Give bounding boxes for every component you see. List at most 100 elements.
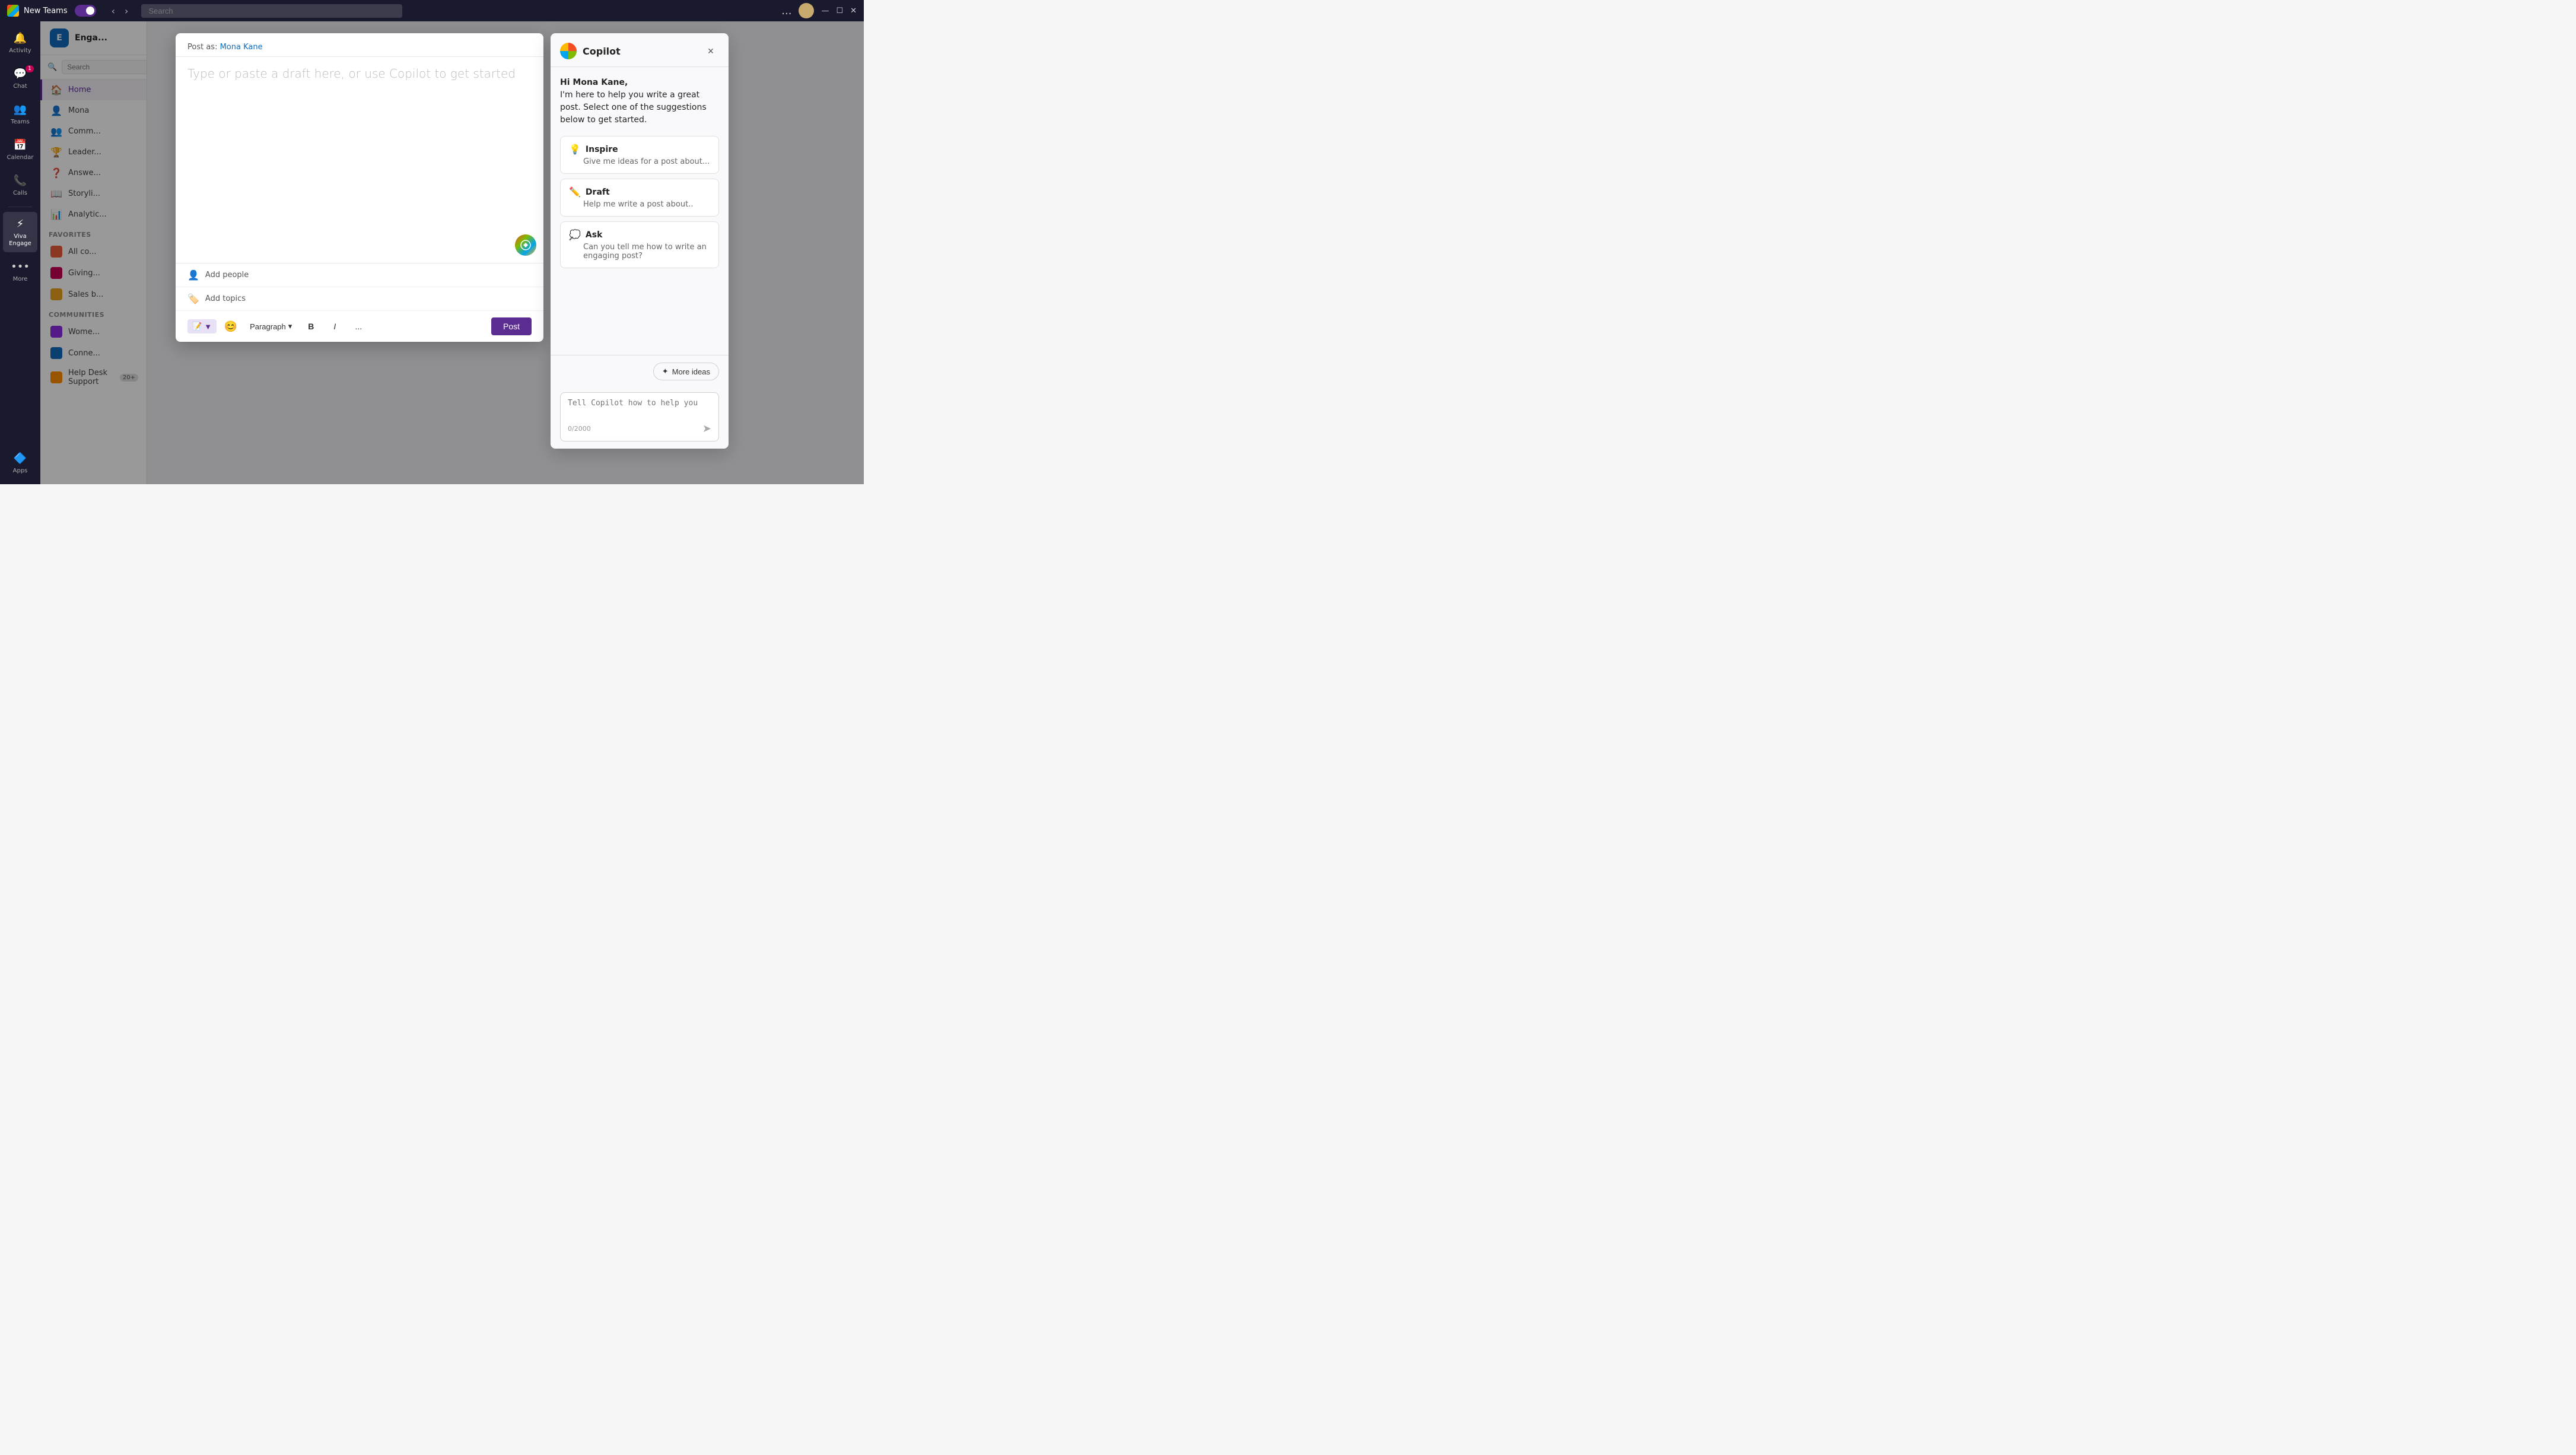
draft-desc: Help me write a post about.. bbox=[569, 200, 710, 209]
inspire-title: Inspire bbox=[586, 145, 618, 154]
more-ideas-button[interactable]: ✦ More ideas bbox=[653, 363, 719, 380]
ask-header: 💭 Ask bbox=[569, 229, 710, 240]
top-bar-actions: ... — ☐ ✕ bbox=[781, 3, 857, 18]
sidebar-label-teams: Teams bbox=[11, 119, 30, 126]
global-search[interactable] bbox=[141, 4, 402, 18]
calendar-icon: 📅 bbox=[13, 138, 27, 152]
top-bar: New Teams ‹ › ... — ☐ ✕ bbox=[0, 0, 864, 21]
add-people-row[interactable]: 👤 Add people bbox=[176, 263, 543, 287]
emoji-button[interactable]: 😊 bbox=[221, 317, 240, 336]
left-sidebar: 🔔 Activity 💬 Chat 1 👥 Teams 📅 Calendar 📞… bbox=[0, 21, 40, 484]
copilot-footer: ✦ More ideas 0/2000 ➤ bbox=[551, 355, 729, 449]
composer-body[interactable]: Type or paste a draft here, or use Copil… bbox=[176, 57, 543, 263]
copilot-send-button[interactable]: ➤ bbox=[702, 422, 711, 435]
teams-icon: 👥 bbox=[13, 102, 27, 116]
copilot-icon bbox=[520, 240, 531, 250]
minimize-button[interactable]: — bbox=[821, 7, 829, 15]
sidebar-item-chat[interactable]: 💬 Chat 1 bbox=[3, 62, 37, 95]
draft-icon: ✏️ bbox=[569, 186, 581, 198]
close-button[interactable]: ✕ bbox=[850, 7, 857, 15]
app-logo bbox=[7, 5, 19, 17]
copilot-greeting: Hi Mona Kane, I'm here to help you write… bbox=[551, 67, 729, 136]
draft-title: Draft bbox=[586, 188, 610, 197]
modal-container: Post as: Mona Kane Type or paste a draft… bbox=[176, 33, 729, 449]
main-content: E Enga... 🔍 🏠 Home 👤 Mona 👥 Comm... 🏆 Le… bbox=[40, 21, 864, 484]
copilot-spacer bbox=[551, 268, 729, 355]
suggestion-inspire[interactable]: 💡 Inspire Give me ideas for a post about… bbox=[560, 136, 719, 174]
sidebar-item-teams[interactable]: 👥 Teams bbox=[3, 97, 37, 131]
copilot-panel: Copilot × Hi Mona Kane, I'm here to help… bbox=[551, 33, 729, 449]
greeting-name: Hi Mona Kane, bbox=[560, 78, 628, 87]
sidebar-label-viva-engage: Viva Engage bbox=[7, 233, 34, 247]
calls-icon: 📞 bbox=[13, 173, 27, 188]
post-as-line: Post as: Mona Kane bbox=[187, 43, 532, 52]
greeting-body: I'm here to help you write a great post.… bbox=[560, 90, 707, 125]
sidebar-label-more: More bbox=[13, 276, 28, 283]
chat-badge: 1 bbox=[26, 65, 34, 72]
copilot-header: Copilot × bbox=[551, 33, 729, 67]
copilot-input[interactable] bbox=[568, 399, 711, 417]
activity-icon: 🔔 bbox=[13, 31, 27, 45]
post-as-name[interactable]: Mona Kane bbox=[220, 43, 263, 52]
post-button[interactable]: Post bbox=[491, 317, 532, 335]
app-title: New Teams bbox=[24, 7, 68, 15]
ask-icon: 💭 bbox=[569, 229, 581, 240]
composer-header: Post as: Mona Kane bbox=[176, 33, 543, 57]
apps-icon: 🔷 bbox=[13, 451, 27, 465]
paragraph-label: Paragraph bbox=[250, 322, 286, 331]
copilot-logo-icon bbox=[560, 43, 577, 59]
sidebar-item-calendar[interactable]: 📅 Calendar bbox=[3, 133, 37, 166]
copilot-suggestions: 💡 Inspire Give me ideas for a post about… bbox=[551, 136, 729, 268]
insert-format-button[interactable]: 📝 ▼ bbox=[187, 319, 217, 333]
search-input[interactable] bbox=[141, 4, 402, 18]
avatar[interactable] bbox=[799, 3, 814, 18]
sidebar-label-chat: Chat bbox=[13, 83, 27, 90]
more-formatting-button[interactable]: ... bbox=[349, 317, 368, 336]
suggestion-draft[interactable]: ✏️ Draft Help me write a post about.. bbox=[560, 179, 719, 217]
sidebar-item-activity[interactable]: 🔔 Activity bbox=[3, 26, 37, 59]
copilot-trigger-button[interactable] bbox=[515, 234, 536, 256]
add-topics-row[interactable]: 🏷️ Add topics bbox=[176, 287, 543, 311]
nav-arrows: ‹ › bbox=[108, 4, 132, 18]
sidebar-item-calls[interactable]: 📞 Calls bbox=[3, 169, 37, 202]
sidebar-item-apps[interactable]: 🔷 Apps bbox=[3, 446, 37, 479]
paragraph-chevron: ▾ bbox=[288, 322, 292, 331]
copilot-close-button[interactable]: × bbox=[702, 43, 719, 59]
inspire-header: 💡 Inspire bbox=[569, 144, 710, 155]
suggestion-ask[interactable]: 💭 Ask Can you tell me how to write an en… bbox=[560, 221, 719, 268]
viva-engage-icon: ⚡ bbox=[13, 217, 27, 231]
inspire-desc: Give me ideas for a post about... bbox=[569, 157, 710, 166]
add-people-icon: 👤 bbox=[187, 269, 199, 281]
copilot-input-area[interactable]: 0/2000 ➤ bbox=[560, 392, 719, 441]
composer-footer: 👤 Add people 🏷️ Add topics 📝 ▼ 😊 bbox=[176, 263, 543, 342]
sidebar-bottom: 🔷 Apps bbox=[3, 446, 37, 479]
ask-title: Ask bbox=[586, 230, 602, 240]
italic-button[interactable]: I bbox=[325, 317, 344, 336]
add-people-label: Add people bbox=[205, 271, 249, 279]
window-controls: — ☐ ✕ bbox=[821, 7, 857, 15]
copilot-input-footer: 0/2000 ➤ bbox=[568, 422, 711, 435]
modal-overlay: Post as: Mona Kane Type or paste a draft… bbox=[40, 21, 864, 484]
paragraph-button[interactable]: Paragraph ▾ bbox=[245, 319, 297, 333]
new-teams-toggle[interactable] bbox=[75, 5, 96, 17]
more-icon: ••• bbox=[13, 259, 27, 274]
composer-toolbar: 📝 ▼ 😊 Paragraph ▾ B I ... Post bbox=[176, 311, 543, 342]
toggle-switch[interactable] bbox=[75, 5, 96, 17]
copilot-title: Copilot bbox=[583, 46, 621, 57]
sidebar-label-activity: Activity bbox=[9, 47, 31, 55]
sidebar-label-calls: Calls bbox=[13, 190, 27, 197]
bold-button[interactable]: B bbox=[301, 317, 320, 336]
add-topics-label: Add topics bbox=[205, 294, 246, 303]
insert-icon: 📝 bbox=[192, 322, 202, 331]
more-ideas-label: More ideas bbox=[672, 367, 710, 376]
maximize-button[interactable]: ☐ bbox=[836, 7, 843, 15]
composer-placeholder: Type or paste a draft here, or use Copil… bbox=[187, 66, 532, 81]
ask-desc: Can you tell me how to write an engaging… bbox=[569, 243, 710, 260]
back-arrow[interactable]: ‹ bbox=[108, 4, 119, 18]
draft-header: ✏️ Draft bbox=[569, 186, 710, 198]
sidebar-label-apps: Apps bbox=[13, 468, 28, 475]
sidebar-item-viva-engage[interactable]: ⚡ Viva Engage bbox=[3, 212, 37, 252]
more-options-icon[interactable]: ... bbox=[781, 5, 791, 17]
sidebar-item-more[interactable]: ••• More bbox=[3, 255, 37, 288]
forward-arrow[interactable]: › bbox=[121, 4, 132, 18]
